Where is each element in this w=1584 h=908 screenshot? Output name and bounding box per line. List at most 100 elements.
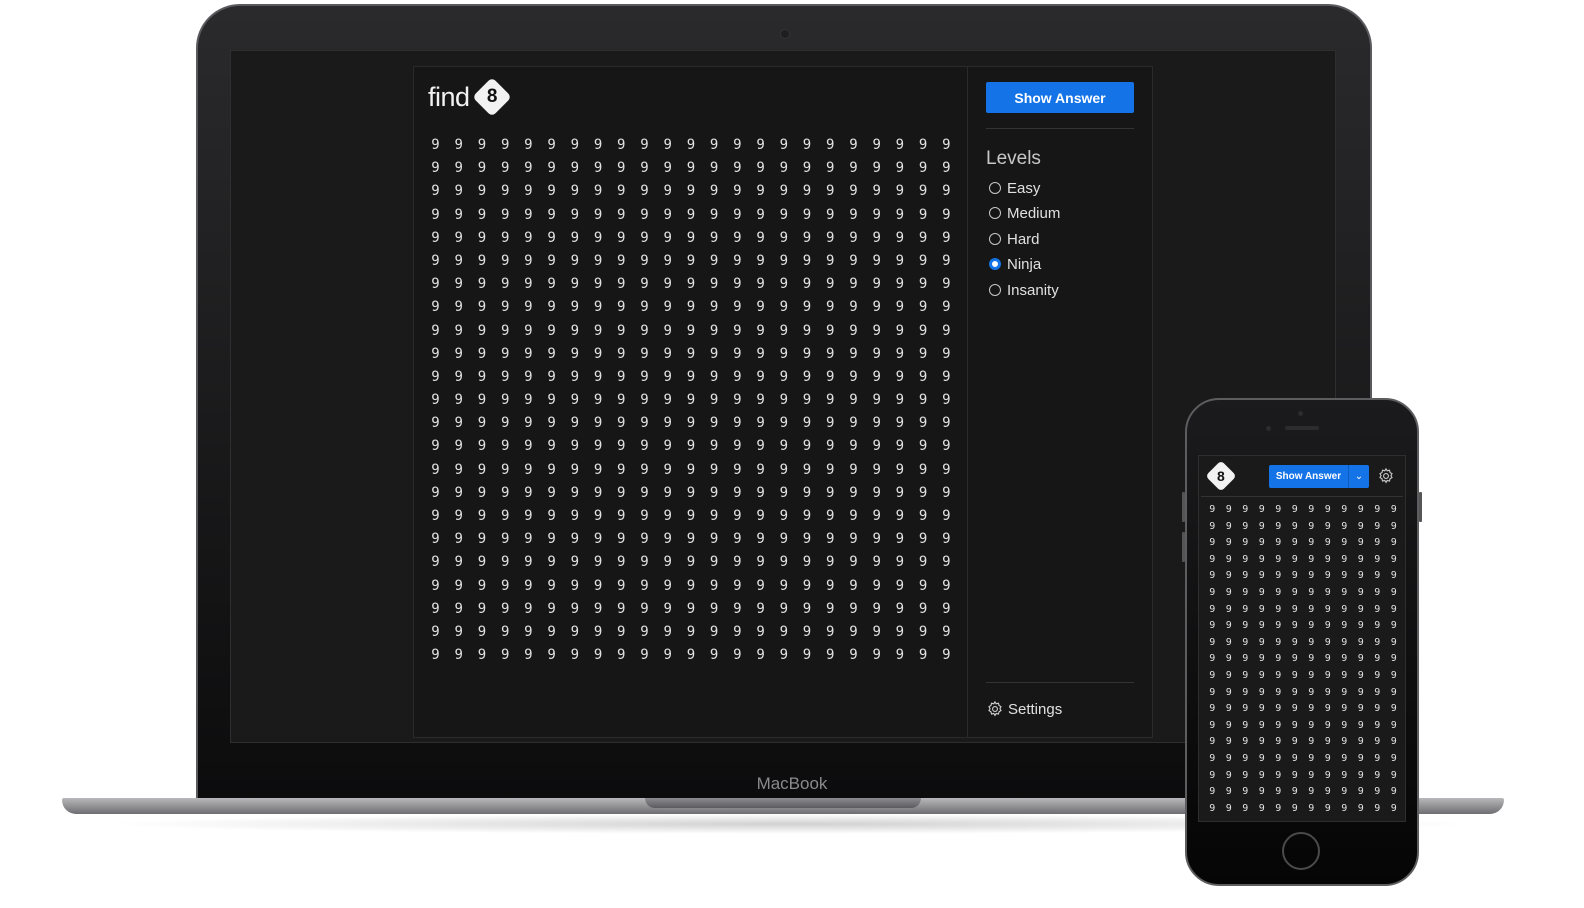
grid-digit[interactable]: 9 bbox=[888, 621, 911, 644]
grid-digit[interactable]: 9 bbox=[772, 296, 795, 319]
grid-digit[interactable]: 9 bbox=[1287, 519, 1304, 536]
grid-digit[interactable]: 9 bbox=[888, 389, 911, 412]
grid-digit[interactable]: 9 bbox=[796, 389, 819, 412]
grid-digit[interactable]: 9 bbox=[842, 575, 865, 598]
grid-digit[interactable]: 9 bbox=[633, 180, 656, 203]
grid-digit[interactable]: 9 bbox=[865, 320, 888, 343]
grid-digit[interactable]: 9 bbox=[888, 157, 911, 180]
grid-digit[interactable]: 9 bbox=[935, 366, 958, 389]
grid-digit[interactable]: 9 bbox=[772, 343, 795, 366]
radio-icon[interactable] bbox=[989, 207, 1001, 219]
grid-digit[interactable]: 9 bbox=[1270, 552, 1287, 569]
grid-digit[interactable]: 9 bbox=[494, 180, 517, 203]
grid-digit[interactable]: 9 bbox=[424, 621, 447, 644]
grid-digit[interactable]: 9 bbox=[1320, 519, 1337, 536]
grid-digit[interactable]: 9 bbox=[494, 273, 517, 296]
grid-digit[interactable]: 9 bbox=[540, 551, 563, 574]
grid-digit[interactable]: 9 bbox=[1254, 618, 1271, 635]
grid-digit[interactable]: 9 bbox=[888, 459, 911, 482]
grid-digit[interactable]: 9 bbox=[796, 435, 819, 458]
grid-digit[interactable]: 9 bbox=[935, 528, 958, 551]
grid-digit[interactable]: 9 bbox=[517, 551, 540, 574]
grid-digit[interactable]: 9 bbox=[912, 621, 935, 644]
grid-digit[interactable]: 9 bbox=[1287, 701, 1304, 718]
grid-digit[interactable]: 9 bbox=[517, 180, 540, 203]
grid-digit[interactable]: 9 bbox=[819, 621, 842, 644]
grid-digit[interactable]: 9 bbox=[494, 459, 517, 482]
grid-digit[interactable]: 9 bbox=[656, 273, 679, 296]
grid-digit[interactable]: 9 bbox=[726, 435, 749, 458]
grid-digit[interactable]: 9 bbox=[1237, 568, 1254, 585]
grid-digit[interactable]: 9 bbox=[1254, 701, 1271, 718]
grid-digit[interactable]: 9 bbox=[517, 412, 540, 435]
grid-digit[interactable]: 9 bbox=[633, 343, 656, 366]
grid-digit[interactable]: 9 bbox=[912, 644, 935, 667]
level-option-medium[interactable]: Medium bbox=[989, 204, 1060, 222]
grid-digit[interactable]: 9 bbox=[749, 273, 772, 296]
grid-digit[interactable]: 9 bbox=[470, 250, 493, 273]
grid-digit[interactable]: 9 bbox=[888, 296, 911, 319]
grid-digit[interactable]: 9 bbox=[1237, 801, 1254, 818]
grid-digit[interactable]: 9 bbox=[842, 366, 865, 389]
grid-digit[interactable]: 9 bbox=[935, 250, 958, 273]
grid-digit[interactable]: 9 bbox=[726, 621, 749, 644]
grid-digit[interactable]: 9 bbox=[633, 157, 656, 180]
grid-digit[interactable]: 9 bbox=[819, 204, 842, 227]
grid-digit[interactable]: 9 bbox=[470, 505, 493, 528]
grid-digit[interactable]: 9 bbox=[540, 528, 563, 551]
grid-digit[interactable]: 9 bbox=[610, 204, 633, 227]
grid-digit[interactable]: 9 bbox=[1237, 768, 1254, 785]
grid-digit[interactable]: 9 bbox=[888, 482, 911, 505]
grid-digit[interactable]: 9 bbox=[1320, 651, 1337, 668]
grid-digit[interactable]: 9 bbox=[1254, 784, 1271, 801]
grid-digit[interactable]: 9 bbox=[494, 482, 517, 505]
grid-digit[interactable]: 9 bbox=[656, 459, 679, 482]
grid-digit[interactable]: 9 bbox=[1287, 685, 1304, 702]
grid-digit[interactable]: 9 bbox=[1336, 751, 1353, 768]
grid-digit[interactable]: 9 bbox=[703, 320, 726, 343]
grid-digit[interactable]: 9 bbox=[656, 296, 679, 319]
grid-digit[interactable]: 9 bbox=[1303, 784, 1320, 801]
grid-digit[interactable]: 9 bbox=[1303, 618, 1320, 635]
grid-digit[interactable]: 9 bbox=[1336, 701, 1353, 718]
grid-digit[interactable]: 9 bbox=[865, 482, 888, 505]
grid-digit[interactable]: 9 bbox=[888, 366, 911, 389]
grid-digit[interactable]: 9 bbox=[563, 482, 586, 505]
grid-digit[interactable]: 9 bbox=[796, 575, 819, 598]
grid-digit[interactable]: 9 bbox=[679, 644, 702, 667]
grid-digit[interactable]: 9 bbox=[796, 296, 819, 319]
grid-digit[interactable]: 9 bbox=[1270, 585, 1287, 602]
grid-digit[interactable]: 9 bbox=[749, 180, 772, 203]
grid-digit[interactable]: 9 bbox=[587, 250, 610, 273]
grid-digit[interactable]: 9 bbox=[1237, 751, 1254, 768]
grid-digit[interactable]: 9 bbox=[726, 180, 749, 203]
grid-digit[interactable]: 9 bbox=[912, 598, 935, 621]
grid-digit[interactable]: 9 bbox=[587, 366, 610, 389]
grid-digit[interactable]: 9 bbox=[749, 575, 772, 598]
grid-digit[interactable]: 9 bbox=[1204, 519, 1221, 536]
grid-digit[interactable]: 9 bbox=[749, 296, 772, 319]
grid-digit[interactable]: 9 bbox=[1287, 602, 1304, 619]
level-option-easy[interactable]: Easy bbox=[989, 179, 1040, 197]
grid-digit[interactable]: 9 bbox=[819, 575, 842, 598]
grid-digit[interactable]: 9 bbox=[610, 528, 633, 551]
grid-digit[interactable]: 9 bbox=[1320, 502, 1337, 519]
grid-digit[interactable]: 9 bbox=[1270, 768, 1287, 785]
grid-digit[interactable]: 9 bbox=[1237, 519, 1254, 536]
grid-digit[interactable]: 9 bbox=[1204, 552, 1221, 569]
grid-digit[interactable]: 9 bbox=[935, 296, 958, 319]
grid-digit[interactable]: 9 bbox=[540, 250, 563, 273]
grid-digit[interactable]: 9 bbox=[912, 343, 935, 366]
grid-digit[interactable]: 9 bbox=[470, 366, 493, 389]
grid-digit[interactable]: 9 bbox=[447, 320, 470, 343]
grid-digit[interactable]: 9 bbox=[1353, 718, 1370, 735]
grid-digit[interactable]: 9 bbox=[749, 435, 772, 458]
grid-digit[interactable]: 9 bbox=[796, 204, 819, 227]
grid-digit[interactable]: 9 bbox=[470, 412, 493, 435]
grid-digit[interactable]: 9 bbox=[494, 204, 517, 227]
grid-digit[interactable]: 9 bbox=[470, 320, 493, 343]
grid-digit[interactable]: 9 bbox=[935, 320, 958, 343]
grid-digit[interactable]: 9 bbox=[726, 296, 749, 319]
grid-digit[interactable]: 9 bbox=[888, 644, 911, 667]
phone-show-answer-button[interactable]: Show Answer bbox=[1269, 465, 1348, 488]
